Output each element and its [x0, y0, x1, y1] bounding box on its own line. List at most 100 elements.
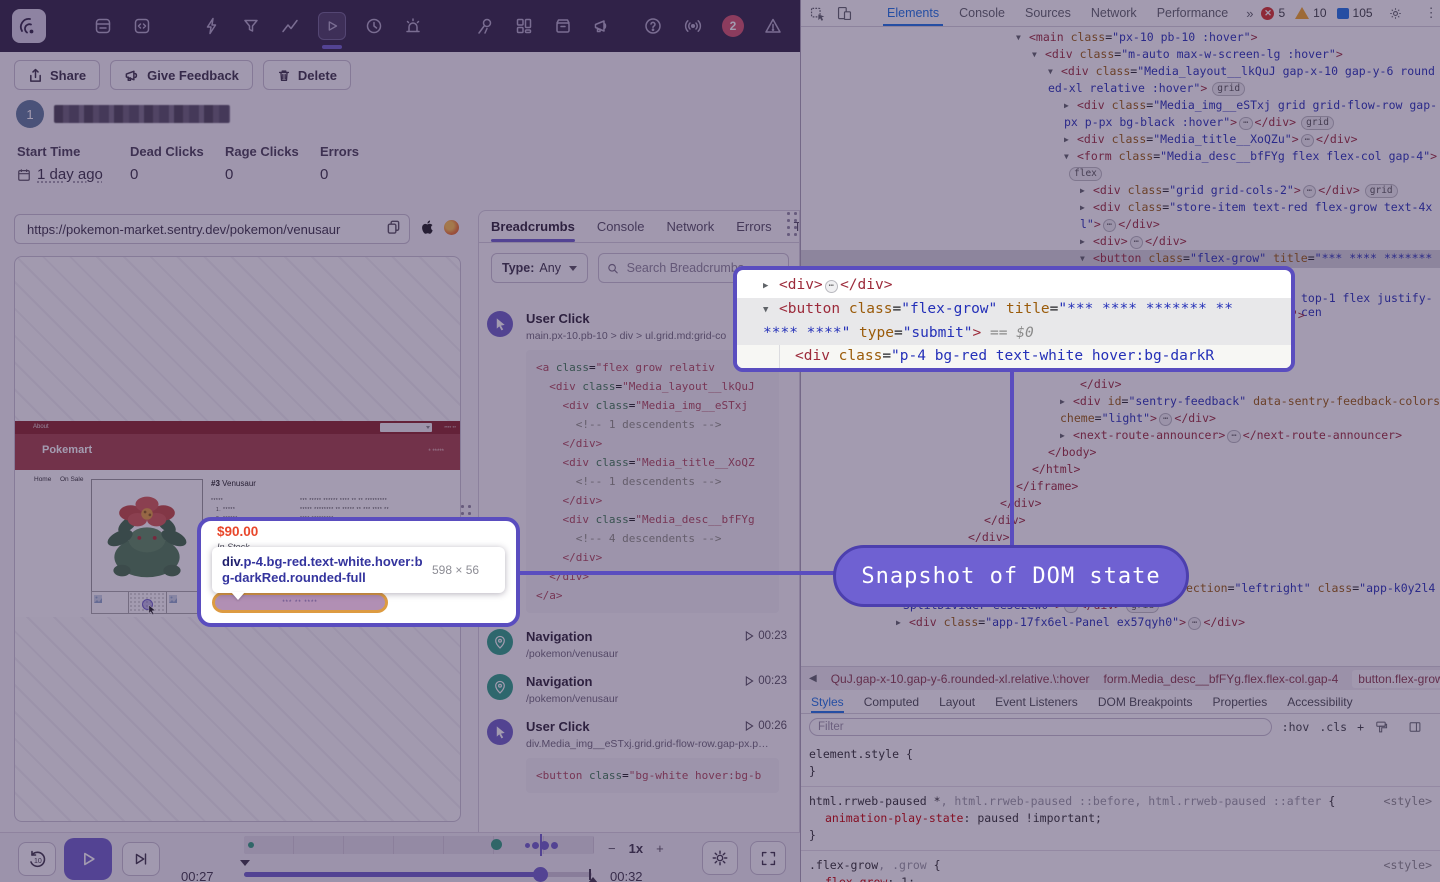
dom-tree-row[interactable]: ▼<main class="px-10 pb-10 :hover"> — [801, 29, 1440, 46]
dashboards-icon[interactable] — [513, 15, 535, 37]
breadcrumb-item[interactable]: User Click00:26div.Media_img__eSTxj.grid… — [487, 711, 799, 801]
service-warning-icon[interactable] — [762, 15, 784, 37]
dom-tree-row[interactable]: ▶<div class="Media_img__eSTxj grid grid-… — [801, 97, 1440, 131]
stylesheet-link[interactable]: <style> — [1384, 793, 1432, 810]
dom-snapshot-row[interactable]: ▼<button class="flex-grow" title="*** **… — [737, 298, 1291, 345]
dom-tree-row[interactable]: ▶<div id="sentry-feedback" data-sentry-f… — [801, 393, 1440, 427]
broadcast-icon[interactable] — [682, 15, 704, 37]
crons-icon[interactable] — [363, 15, 385, 37]
inspect-element-icon[interactable] — [809, 5, 826, 22]
share-button[interactable]: Share — [14, 60, 100, 90]
warning-count[interactable]: 10 — [1295, 6, 1326, 20]
dom-tree-row[interactable]: ▼<form class="Media_desc__bfFYg flex fle… — [801, 148, 1440, 182]
dom-tree-row[interactable]: ▶<div class="store-item text-red flex-gr… — [801, 199, 1440, 233]
element-crumb[interactable]: QuJ.gap-x-10.gap-y-6.rounded-xl.relative… — [831, 672, 1090, 686]
stats-icon[interactable] — [279, 15, 301, 37]
dom-tree-row[interactable]: </div> — [801, 376, 1440, 393]
alerts-siren-icon[interactable] — [402, 15, 424, 37]
styles-filter-input[interactable] — [809, 718, 1272, 736]
projects-icon[interactable] — [131, 15, 153, 37]
tab-console[interactable]: Console — [949, 0, 1015, 26]
site-onsale-link[interactable]: On Sale — [60, 476, 84, 483]
tab-layout[interactable]: Layout — [939, 690, 975, 713]
thumbnail-selected[interactable] — [128, 591, 166, 614]
breadcrumb-timestamp[interactable]: 00:23 — [745, 675, 787, 687]
dom-tree-row[interactable]: </div> — [801, 529, 1440, 546]
stylesheet-link[interactable]: <style> — [1384, 857, 1432, 874]
dom-tree-row[interactable]: ▼<div class="m-auto max-w-screen-lg :hov… — [801, 46, 1440, 63]
css-rule[interactable]: .flex-grow, .grow {flex-grow: 1;}<style> — [801, 850, 1440, 882]
dom-tree-row[interactable]: </div> — [801, 495, 1440, 512]
breadcrumb-timestamp[interactable]: 00:26 — [745, 720, 787, 732]
dom-tree-row[interactable]: ▼<div class="Media_layout__lkQuJ gap-x-1… — [801, 63, 1440, 97]
alerts-lightning-icon[interactable] — [201, 15, 223, 37]
fullscreen-button[interactable] — [750, 841, 786, 875]
play-button[interactable] — [64, 838, 112, 880]
filters-icon[interactable] — [240, 15, 262, 37]
issues-icon[interactable] — [92, 15, 114, 37]
explore-icon[interactable] — [474, 15, 496, 37]
breadcrumb-timestamp[interactable]: 00:23 — [745, 630, 787, 642]
crumb-back-icon[interactable]: ◀ — [809, 673, 817, 684]
new-rule-button[interactable]: + — [1357, 720, 1364, 734]
css-property[interactable]: flex-grow: 1; — [809, 874, 1432, 882]
element-crumb[interactable]: form.Media_desc__bfFYg.flex.flex-col.gap… — [1104, 672, 1339, 686]
sidebar-toggle-icon[interactable] — [1408, 720, 1422, 734]
dom-tree-row[interactable]: </iframe> — [801, 478, 1440, 495]
tab-event-listeners[interactable]: Event Listeners — [995, 690, 1078, 713]
onboarding-count-badge[interactable]: 2 — [722, 15, 744, 37]
css-property[interactable]: animation-play-state: paused !important; — [809, 810, 1432, 827]
event-timeline-track[interactable] — [244, 836, 594, 854]
element-crumb[interactable]: button.flex-grow — [1352, 670, 1440, 688]
tab-network[interactable]: Network — [1081, 0, 1147, 26]
tab-errors[interactable]: Errors — [736, 211, 771, 242]
seek-handle[interactable] — [533, 867, 548, 882]
tab-network[interactable]: Network — [667, 211, 715, 242]
css-rule[interactable]: element.style {} — [801, 740, 1440, 786]
tab-styles[interactable]: Styles — [811, 690, 844, 713]
feedback-megaphone-icon[interactable] — [591, 15, 613, 37]
dom-tree-row[interactable]: ▶<next-route-announcer>⋯</next-route-ann… — [801, 427, 1440, 444]
dom-tree-row[interactable]: ▶<div>⋯</div> — [801, 233, 1440, 250]
sentry-logo[interactable] — [12, 9, 46, 43]
dom-tree-row[interactable]: </div> — [801, 512, 1440, 529]
speed-decrease-button[interactable]: − — [608, 841, 616, 856]
kebab-menu-icon[interactable]: ⋮ — [1420, 5, 1440, 21]
skip-to-end-button[interactable] — [122, 842, 160, 876]
dom-tree-row[interactable]: ▶<div class="Media_title__XoQZu">⋯</div> — [801, 131, 1440, 148]
hover-state-toggle[interactable]: :hov — [1282, 720, 1310, 734]
breadcrumb-item[interactable]: Navigation00:23/pokemon/venusaur — [487, 621, 799, 666]
devtools-resize-grip[interactable] — [787, 212, 798, 237]
rewind-10s-button[interactable]: 10 — [18, 842, 56, 876]
speed-value[interactable]: 1x — [629, 841, 643, 856]
devtools-settings-icon[interactable] — [1383, 6, 1408, 21]
thumbnail[interactable] — [91, 591, 129, 614]
paint-icon[interactable] — [1374, 720, 1388, 734]
class-toggle[interactable]: .cls — [1319, 720, 1347, 734]
tab-console[interactable]: Console — [597, 211, 645, 242]
delete-button[interactable]: Delete — [263, 60, 351, 90]
device-toolbar-icon[interactable] — [836, 5, 853, 22]
dom-tree-row[interactable]: </body> — [801, 444, 1440, 461]
tab-accessibility[interactable]: Accessibility — [1287, 690, 1352, 713]
copy-icon[interactable] — [386, 219, 401, 239]
dom-tree-row[interactable]: ▶<div class="app-17fx6el-Panel ex57qyh0"… — [801, 614, 1440, 631]
tab-dom-breakpoints[interactable]: DOM Breakpoints — [1098, 690, 1193, 713]
dom-snapshot-row[interactable]: <div class="p-4 bg-red text-white hover:… — [737, 345, 1291, 368]
help-icon[interactable] — [642, 15, 664, 37]
site-home-link[interactable]: Home — [34, 476, 51, 483]
site-about-link[interactable]: About — [33, 424, 49, 430]
tab-properties[interactable]: Properties — [1213, 690, 1268, 713]
dom-tree-row[interactable]: </html> — [801, 461, 1440, 478]
site-select[interactable] — [380, 423, 432, 432]
dom-tree-row[interactable]: ▶<div class="grid grid-cols-2">⋯</div>gr… — [801, 182, 1440, 199]
releases-icon[interactable] — [552, 15, 574, 37]
tab-computed[interactable]: Computed — [864, 690, 919, 713]
tab-breadcrumbs[interactable]: Breadcrumbs — [491, 211, 575, 242]
speed-increase-button[interactable]: + — [656, 841, 664, 856]
css-rule[interactable]: html.rrweb-paused *, html.rrweb-paused :… — [801, 786, 1440, 850]
replays-icon[interactable] — [318, 12, 346, 40]
give-feedback-button[interactable]: Give Feedback — [110, 60, 253, 90]
player-settings-button[interactable] — [702, 841, 738, 875]
tab-elements[interactable]: Elements — [877, 0, 949, 26]
